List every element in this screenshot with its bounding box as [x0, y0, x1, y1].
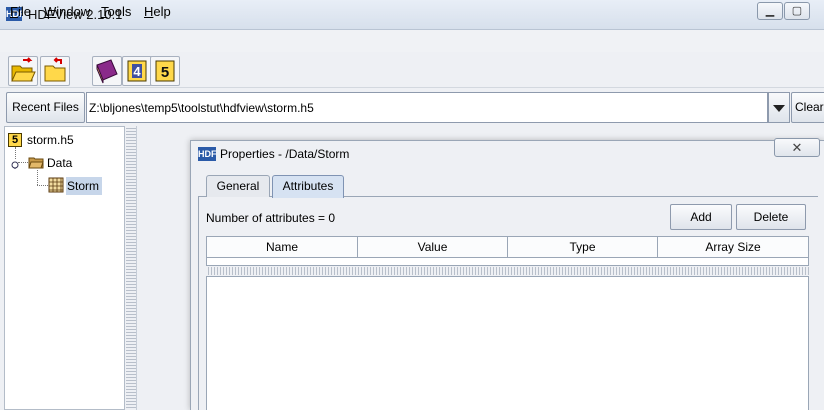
dataset-table-icon	[48, 177, 64, 196]
recent-file-path-field[interactable]: Z:\bljones\temp5\toolstut\hdfview\storm.…	[86, 92, 768, 123]
close-folder-icon	[44, 57, 66, 82]
column-header-value[interactable]: Value	[358, 237, 508, 257]
menu-window[interactable]: Window	[44, 4, 90, 19]
attribute-table-body	[206, 258, 809, 266]
hdfview-logo-icon: HDF	[198, 147, 217, 161]
close-icon: ✕	[791, 140, 803, 155]
users-guide-book-icon	[96, 59, 118, 84]
tree-dataset-storm[interactable]: Storm	[66, 177, 102, 195]
tab-attributes[interactable]: Attributes	[272, 175, 344, 198]
open-file-button[interactable]	[8, 56, 38, 86]
menu-help[interactable]: Help	[144, 4, 171, 19]
attribute-value-area	[206, 276, 809, 410]
menu-tools[interactable]: Tools	[101, 4, 131, 19]
recent-files-button[interactable]: Recent Files	[6, 92, 85, 123]
maximize-icon: ▢	[791, 5, 803, 17]
users-guide-button[interactable]	[92, 56, 122, 86]
hdf4-library-icon: 4	[127, 60, 147, 82]
delete-attribute-button[interactable]: Delete	[736, 204, 806, 230]
minimize-icon: ▁	[765, 5, 775, 17]
dialog-close-button[interactable]: ✕	[774, 138, 820, 157]
menu-bar	[0, 30, 824, 52]
column-header-name[interactable]: Name	[207, 237, 358, 257]
svg-text:5: 5	[161, 64, 169, 81]
menu-file[interactable]: File	[10, 4, 31, 19]
maximize-button[interactable]: ▢	[784, 2, 810, 20]
dialog-title: Properties - /Data/Storm	[220, 147, 350, 161]
table-splitter[interactable]	[206, 267, 809, 275]
tree-connector	[18, 162, 28, 163]
column-header-type[interactable]: Type	[508, 237, 658, 257]
hdf5-library-button[interactable]: 5	[150, 56, 180, 86]
svg-text:4: 4	[133, 64, 141, 79]
tree-group-data[interactable]: Data	[47, 156, 72, 170]
tab-general[interactable]: General	[206, 175, 270, 197]
minimize-button[interactable]: ▁	[757, 2, 783, 20]
hdf4-library-button[interactable]: 4	[122, 56, 152, 86]
group-folder-icon	[28, 155, 44, 172]
tree-connector	[37, 170, 38, 185]
add-attribute-button[interactable]: Add	[670, 204, 732, 230]
clear-button[interactable]: Clear	[791, 92, 824, 123]
tree-connector	[37, 185, 48, 186]
column-header-array-size[interactable]: Array Size	[658, 237, 808, 257]
pane-splitter[interactable]	[126, 126, 136, 410]
attribute-count-label: Number of attributes = 0	[206, 211, 336, 225]
hdf5-library-icon: 5	[155, 60, 175, 82]
tree-root-storm-h5[interactable]: storm.h5	[27, 133, 74, 147]
open-folder-icon	[11, 57, 36, 82]
hdf5-file-icon: 5	[8, 133, 22, 147]
close-file-button[interactable]	[40, 56, 70, 86]
recent-files-dropdown-button[interactable]	[768, 92, 790, 123]
chevron-down-icon	[773, 105, 785, 112]
